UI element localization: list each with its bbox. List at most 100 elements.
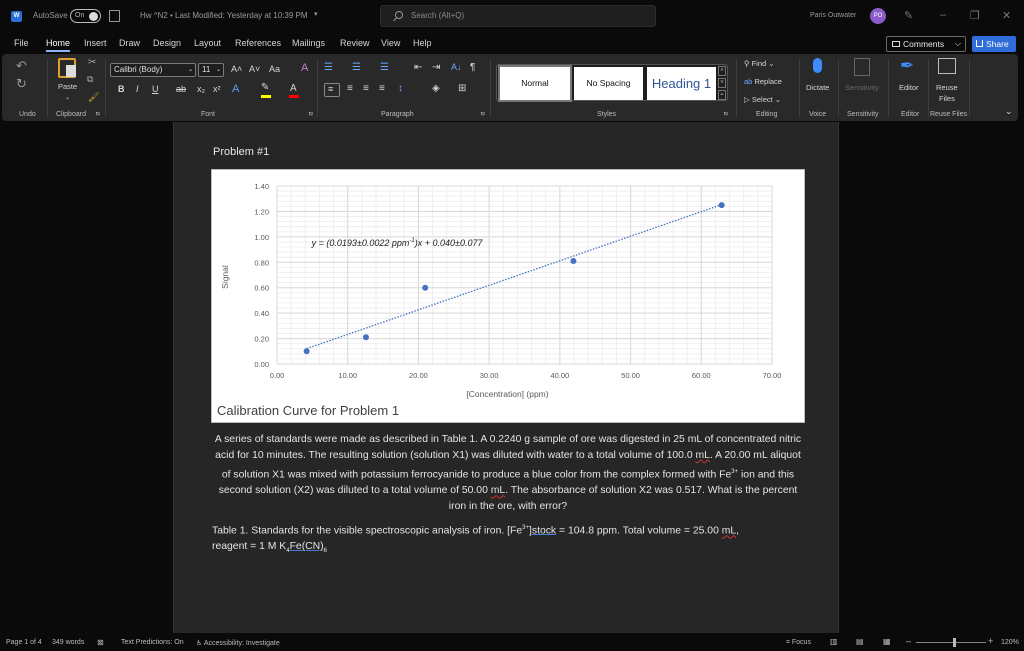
text-predictions[interactable]: Text Predictions: On (121, 639, 184, 646)
justify-icon[interactable]: ≡ (379, 83, 385, 94)
comments-button[interactable]: Comments ⌵ (886, 36, 966, 52)
reuse-files-button[interactable]: Reuse (936, 83, 958, 92)
tab-view[interactable]: View (381, 38, 400, 48)
dialog-launcher-icon[interactable]: ⧅ (96, 111, 100, 118)
dialog-launcher-icon[interactable]: ⧅ (724, 111, 728, 118)
proofing-icon[interactable]: ⊠ (97, 638, 104, 647)
paste-icon[interactable] (58, 58, 76, 78)
tab-design[interactable]: Design (153, 38, 181, 48)
spelling-flag[interactable]: mL (722, 525, 736, 536)
strikethrough-icon[interactable]: ab (176, 84, 186, 94)
collapse-ribbon-icon[interactable]: ⌄ (1005, 106, 1013, 117)
text-effects-icon[interactable]: A (232, 83, 239, 95)
clear-formatting-icon[interactable]: A (301, 62, 308, 74)
grammar-flag[interactable]: stock (532, 525, 556, 536)
editor-button[interactable]: Editor (899, 83, 919, 92)
web-layout-icon[interactable]: ▦ (883, 637, 891, 646)
focus-button[interactable]: ⌗ Focus (786, 639, 811, 647)
tab-file[interactable]: File (14, 38, 29, 48)
save-icon[interactable] (109, 10, 120, 22)
font-size-dropdown[interactable]: 11 ⌄ (198, 63, 224, 77)
show-formatting-icon[interactable]: ¶ (470, 62, 475, 73)
increase-indent-icon[interactable]: ⇥ (432, 62, 440, 73)
title-dropdown-icon[interactable]: ▾ (314, 10, 318, 18)
search-input[interactable]: Search (Alt+Q) (380, 5, 656, 27)
align-left-button[interactable]: ≡ (324, 83, 340, 97)
redo-icon[interactable]: ↻ (16, 76, 27, 92)
calibration-chart[interactable]: 0.00 10.00 20.00 30.00 40.00 50.00 60.00 70.00 0… (211, 169, 805, 423)
cut-icon[interactable]: ✂ (88, 57, 96, 68)
spelling-flag[interactable]: mL (491, 485, 505, 496)
paste-button[interactable]: Paste (58, 82, 77, 91)
zoom-in-button[interactable]: + (988, 636, 993, 646)
bold-button[interactable]: B (118, 84, 125, 94)
tab-help[interactable]: Help (413, 38, 432, 48)
select-button[interactable]: ▷ Select ⌄ (744, 95, 781, 104)
document-title[interactable]: Hw ^N2 • Last Modified: Yesterday at 10:… (140, 11, 308, 20)
style-heading-1[interactable]: Heading 1 (647, 67, 716, 100)
dictate-button[interactable]: Dictate (806, 83, 829, 92)
tab-review[interactable]: Review (340, 38, 370, 48)
microphone-icon[interactable] (813, 58, 822, 73)
underline-button[interactable]: U (152, 84, 159, 94)
document-page[interactable]: Problem #1 0.00 10.00 20.00 30.00 40.00 50.00… (173, 122, 839, 633)
zoom-slider[interactable] (916, 642, 986, 643)
read-mode-icon[interactable]: ▥ (830, 637, 838, 646)
close-icon[interactable]: ✕ (1002, 9, 1011, 22)
copy-icon[interactable]: ⧉ (87, 74, 93, 85)
tab-mailings[interactable]: Mailings (292, 38, 325, 48)
italic-button[interactable]: I (136, 84, 139, 94)
find-button[interactable]: ⚲ Find ⌄ (744, 59, 775, 68)
dialog-launcher-icon[interactable]: ⧅ (309, 111, 313, 118)
accessibility-status[interactable]: ♿ Accessibility: Investigate (196, 639, 280, 647)
change-case-button[interactable]: Aa (269, 64, 280, 74)
zoom-out-button[interactable]: – (906, 636, 911, 646)
style-no-spacing[interactable]: No Spacing (574, 67, 643, 100)
align-right-icon[interactable]: ≡ (363, 83, 369, 94)
tab-references[interactable]: References (235, 38, 281, 48)
styles-scroll-down-icon[interactable]: ˅ (718, 78, 726, 88)
font-name-dropdown[interactable]: Calibri (Body) ⌄ (110, 63, 196, 77)
reuse-files-button-line2[interactable]: Files (939, 94, 955, 103)
highlight-icon[interactable]: ✎ (261, 82, 269, 93)
grow-font-icon[interactable]: A˄ (231, 64, 242, 74)
shrink-font-icon[interactable]: A˅ (249, 64, 260, 74)
tab-home[interactable]: Home (46, 38, 71, 52)
zoom-slider-thumb[interactable] (953, 638, 956, 647)
line-spacing-icon[interactable]: ↕ (398, 83, 403, 94)
format-painter-icon[interactable]: 🖌 (88, 92, 99, 103)
word-count[interactable]: 349 words (52, 639, 84, 646)
print-layout-icon[interactable]: ▤ (856, 637, 864, 646)
zoom-level[interactable]: 120% (1001, 639, 1019, 646)
replace-button[interactable]: ab Replace (744, 77, 782, 86)
align-center-icon[interactable]: ≡ (347, 83, 353, 94)
paste-dropdown-icon[interactable]: ⌄ (65, 94, 70, 101)
bullets-icon[interactable]: ☰ (324, 62, 333, 73)
dialog-launcher-icon[interactable]: ⧅ (481, 111, 485, 118)
borders-icon[interactable]: ⊞ (458, 83, 466, 94)
restore-icon[interactable]: ❐ (970, 9, 980, 22)
share-button[interactable]: Share (972, 36, 1016, 52)
sort-icon[interactable]: A↓ (451, 62, 462, 72)
tab-draw[interactable]: Draw (119, 38, 140, 48)
multilevel-list-icon[interactable]: ☰ (380, 62, 389, 73)
minimize-icon[interactable]: – (940, 9, 946, 21)
styles-more-icon[interactable]: ⩡ (718, 90, 726, 100)
style-normal[interactable]: Normal (498, 65, 572, 102)
superscript-icon[interactable]: x² (213, 84, 221, 94)
shading-icon[interactable]: ◈ (432, 83, 440, 94)
autosave-toggle[interactable]: On (70, 9, 101, 23)
editor-icon[interactable]: ✒ (900, 56, 914, 76)
subscript-icon[interactable]: x₂ (197, 84, 205, 94)
numbering-icon[interactable]: ☰ (352, 62, 361, 73)
tab-insert[interactable]: Insert (84, 38, 107, 48)
pen-icon[interactable]: ✎ (904, 9, 913, 22)
page-count[interactable]: Page 1 of 4 (6, 639, 42, 646)
undo-icon[interactable]: ↶ (16, 58, 27, 74)
font-color-icon[interactable]: A (290, 83, 297, 94)
styles-scroll-up-icon[interactable]: ˄ (718, 66, 726, 76)
avatar[interactable]: PO (870, 8, 886, 24)
reuse-files-icon[interactable] (938, 58, 956, 74)
decrease-indent-icon[interactable]: ⇤ (414, 62, 422, 73)
grammar-flag[interactable]: Fe(CN) (290, 541, 324, 552)
